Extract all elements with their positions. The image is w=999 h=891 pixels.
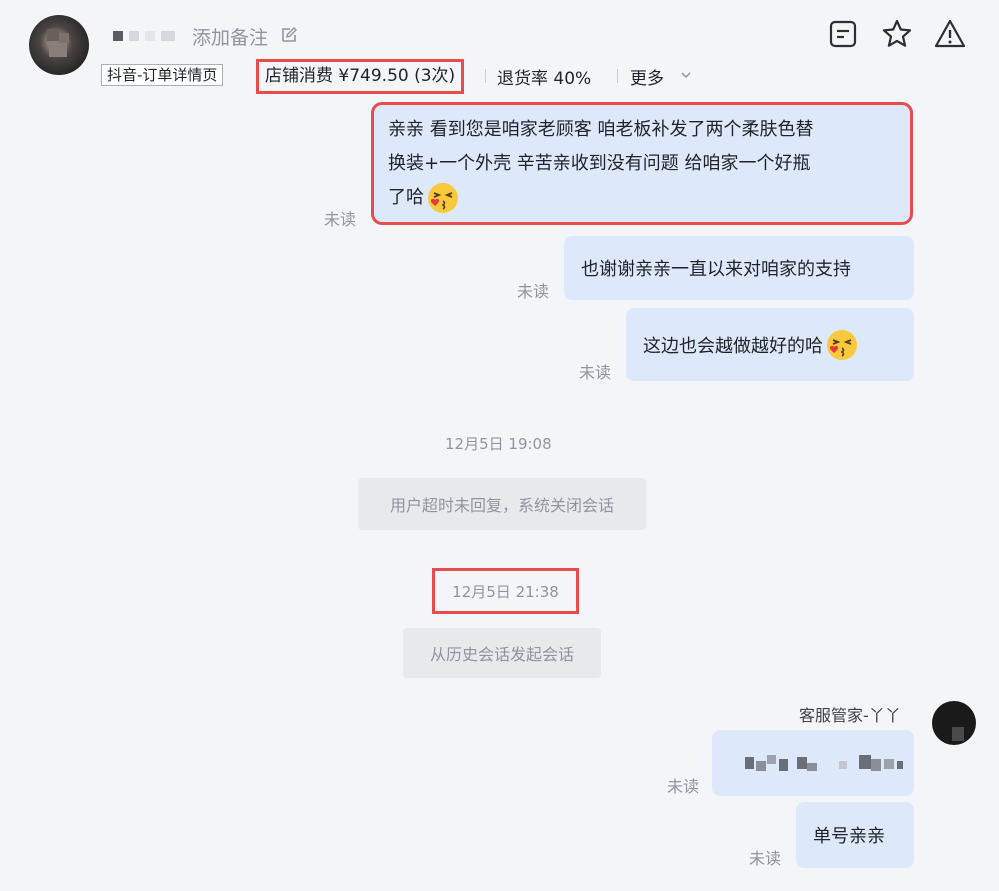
more-button[interactable]: 更多 (630, 64, 664, 89)
message-bubble[interactable]: 亲亲 看到您是咱家老顾客 咱老板补发了两个柔肤色替 换装+一个外壳 辛苦亲收到没… (371, 102, 913, 225)
masked-message-content (729, 753, 903, 773)
store-spend[interactable]: 店铺消费 ¥749.50 (3次) (256, 59, 465, 94)
customer-avatar[interactable] (29, 15, 89, 75)
unread-status: 未读 (749, 849, 782, 868)
message-line: 换装+一个外壳 辛苦亲收到没有问题 给咱家一个好瓶 (388, 152, 811, 174)
message-text: 这边也会越做越好的哈 (643, 335, 823, 357)
chevron-down-icon[interactable] (680, 69, 692, 81)
return-rate[interactable]: 退货率 40% (497, 64, 591, 89)
system-notice: 用户超时未回复，系统关闭会话 (358, 478, 646, 530)
edit-icon[interactable] (280, 26, 298, 44)
source-tag[interactable]: 抖音-订单详情页 (101, 64, 224, 86)
kiss-emoji-icon (428, 182, 458, 213)
timestamp: 12月5日 21:38 (452, 582, 559, 601)
notes-icon[interactable] (827, 18, 859, 50)
unread-status: 未读 (579, 363, 612, 382)
system-notice[interactable]: 从历史会话发起会话 (403, 628, 601, 678)
agent-name: 客服管家-丫丫 (799, 706, 901, 725)
agent-avatar[interactable] (932, 701, 976, 745)
add-note-label[interactable]: 添加备注 (192, 23, 268, 50)
star-icon[interactable] (881, 18, 913, 50)
divider (617, 69, 618, 83)
message-line: 亲亲 看到您是咱家老顾客 咱老板补发了两个柔肤色替 (388, 118, 814, 140)
message-bubble[interactable]: 也谢谢亲亲一直以来对咱家的支持 (564, 236, 914, 300)
kiss-emoji-icon (827, 329, 857, 360)
message-text: 也谢谢亲亲一直以来对咱家的支持 (581, 259, 851, 280)
timestamp-highlight: 12月5日 21:38 (432, 568, 579, 614)
timestamp: 12月5日 19:08 (445, 435, 552, 453)
message-text: 单号亲亲 (813, 826, 885, 847)
divider (485, 69, 486, 83)
message-bubble[interactable]: 单号亲亲 (796, 802, 914, 868)
unread-status: 未读 (324, 210, 357, 229)
customer-name-masked (113, 27, 185, 45)
warning-icon[interactable] (934, 18, 966, 50)
unread-status: 未读 (667, 777, 700, 796)
masked-message-bubble[interactable] (712, 730, 914, 796)
unread-status: 未读 (517, 282, 550, 301)
message-line: 了哈 (388, 181, 460, 215)
message-bubble[interactable]: 这边也会越做越好的哈 (626, 308, 914, 381)
